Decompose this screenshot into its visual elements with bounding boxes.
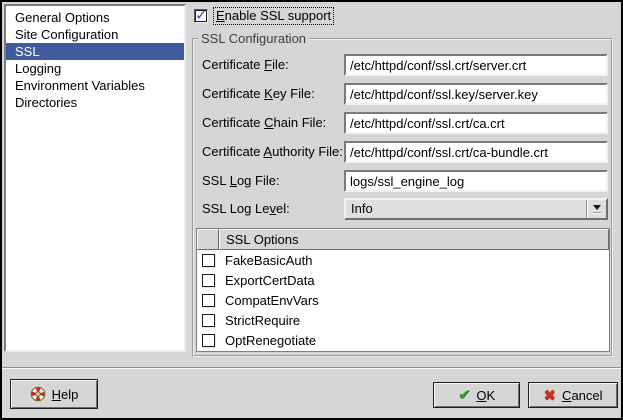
sidebar-item-general-options[interactable]: General Options [6, 9, 184, 26]
ssl-log-file-label: SSL Log File: [202, 170, 280, 192]
table-row[interactable]: OptRenegotiate [197, 330, 609, 350]
option-checkbox[interactable] [202, 294, 215, 307]
category-list: General Options Site Configuration SSL L… [4, 4, 186, 352]
enable-ssl-row: ✓ Enable SSL support [194, 7, 334, 25]
option-label: ExportCertData [225, 273, 315, 288]
option-checkbox[interactable] [202, 314, 215, 327]
certificate-chain-file-input[interactable] [344, 112, 608, 134]
certificate-file-input[interactable] [344, 54, 608, 76]
ssl-log-level-label: SSL Log Level: [202, 198, 290, 220]
table-row[interactable]: CompatEnvVars [197, 290, 609, 310]
frame-title: SSL Configuration [198, 31, 309, 46]
help-label: Help [52, 387, 79, 402]
certificate-file-label: Certificate File: [202, 54, 289, 76]
chevron-down-icon [593, 205, 601, 210]
enable-ssl-checkbox[interactable]: ✓ [194, 9, 208, 23]
sidebar-item-logging[interactable]: Logging [6, 60, 184, 77]
certificate-key-file-label: Certificate Key File: [202, 83, 315, 105]
option-checkbox[interactable] [202, 334, 215, 347]
enable-ssl-label: Enable SSL support [213, 7, 334, 25]
dropdown-arrow-bar [593, 212, 601, 214]
sidebar-item-environment-variables[interactable]: Environment Variables [6, 77, 184, 94]
option-checkbox[interactable] [202, 254, 215, 267]
certificate-authority-file-input[interactable] [344, 141, 608, 163]
ssl-log-level-value: Info [346, 200, 586, 218]
help-button[interactable]: Help [10, 379, 98, 409]
lifebuoy-icon [30, 386, 46, 402]
ok-label: OK [476, 388, 495, 403]
ssl-log-file-input[interactable] [344, 170, 608, 192]
dropdown-arrow-icon [586, 200, 606, 218]
option-label: CompatEnvVars [225, 293, 319, 308]
ssl-options-table: SSL Options FakeBasicAuth ExportCertData… [196, 228, 610, 352]
cancel-label: Cancel [562, 388, 602, 403]
x-icon: ✖ [543, 386, 556, 404]
ok-button[interactable]: ✔ OK [433, 382, 520, 408]
check-icon: ✔ [458, 386, 471, 404]
ssl-options-column-header: SSL Options [219, 229, 609, 250]
cancel-button[interactable]: ✖ Cancel [528, 382, 618, 408]
ssl-configuration-frame: SSL Configuration Certificate File: Cert… [192, 38, 613, 357]
option-label: OptRenegotiate [225, 333, 316, 348]
option-checkbox[interactable] [202, 274, 215, 287]
certificate-chain-file-label: Certificate Chain File: [202, 112, 326, 134]
table-row[interactable]: StrictRequire [197, 310, 609, 330]
option-label: FakeBasicAuth [225, 253, 312, 268]
certificate-authority-file-label: Certificate Authority File: [202, 141, 343, 163]
httpd-ssl-config-window: General Options Site Configuration SSL L… [0, 0, 623, 420]
table-header-row: SSL Options [197, 229, 609, 250]
checkbox-column-header [197, 229, 219, 250]
sidebar-item-site-configuration[interactable]: Site Configuration [6, 26, 184, 43]
certificate-key-file-input[interactable] [344, 83, 608, 105]
separator [2, 367, 621, 369]
sidebar-item-directories[interactable]: Directories [6, 94, 184, 111]
ssl-log-level-select[interactable]: Info [344, 198, 608, 220]
table-row[interactable]: FakeBasicAuth [197, 250, 609, 270]
table-body: FakeBasicAuth ExportCertData CompatEnvVa… [197, 250, 609, 350]
table-row[interactable]: ExportCertData [197, 270, 609, 290]
sidebar-item-ssl[interactable]: SSL [6, 43, 184, 60]
checkmark-icon: ✓ [195, 6, 208, 24]
option-label: StrictRequire [225, 313, 300, 328]
